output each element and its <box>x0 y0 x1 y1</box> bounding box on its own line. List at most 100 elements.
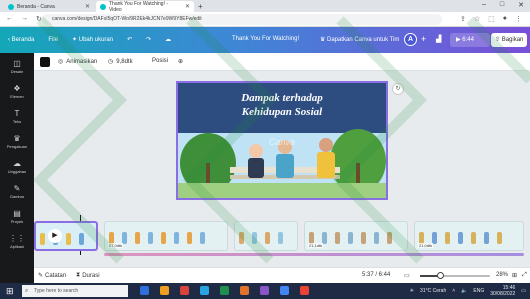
weather-label[interactable]: 31°C Cerah <box>420 288 446 294</box>
canva-header: ‹ Beranda File ✦ Ubah ukuran ↶ ↷ ☁ Thank… <box>0 27 530 53</box>
rail-item-aplikasi[interactable]: ⋮⋮ Aplikasi <box>0 234 34 249</box>
rail-item-pengakuan[interactable]: ♛ Pengakuan <box>0 134 34 149</box>
timeline-clip[interactable]: 27,0dtk <box>104 221 228 251</box>
rail-item-unggahan[interactable]: ☁ Unggahan <box>0 159 34 174</box>
menu-kebab-icon[interactable]: ⋮ <box>515 15 522 23</box>
templates-icon: ◫ <box>13 59 21 68</box>
fullscreen-icon[interactable]: ⤢ <box>522 272 527 279</box>
grid-view-icon[interactable]: ⊞ <box>512 272 517 279</box>
present-button[interactable]: ▶ 6:44 <box>450 33 490 47</box>
taskbar-app-icon[interactable] <box>160 286 169 295</box>
file-menu[interactable]: File <box>48 37 58 43</box>
page-view-icon[interactable]: ▭ <box>404 272 410 279</box>
rail-item-elemen[interactable]: ❖ Elemen <box>0 84 34 99</box>
taskbar-app-icon[interactable] <box>200 286 209 295</box>
notes-icon: ✎ <box>38 273 44 279</box>
taskbar-app-icon[interactable] <box>180 286 189 295</box>
rail-item-label: Proyek <box>10 219 24 224</box>
rail-item-desain[interactable]: ◫ Desain <box>0 59 34 74</box>
taskbar-apps <box>140 286 309 295</box>
clip-figure <box>265 232 270 244</box>
new-tab-icon[interactable]: + <box>198 2 203 11</box>
timeline-clip[interactable] <box>234 221 298 251</box>
home-button[interactable]: ‹ Beranda <box>8 37 34 43</box>
rail-item-label: Pengakuan <box>6 144 28 149</box>
refresh-comment-icon[interactable]: ↻ <box>392 83 404 95</box>
document-title[interactable]: Thank You For Watching! <box>232 36 299 42</box>
taskbar-app-icon[interactable] <box>280 286 289 295</box>
editor-footer: ✎ Catatan ⧗ Durasi 5:37 / 6:44 ▭ 28% ⊞ ⤢ <box>34 267 530 283</box>
forward-icon[interactable]: → <box>21 15 28 23</box>
cloud-save-icon[interactable]: ☁ <box>165 36 171 43</box>
resize-button[interactable]: ✦ Ubah ukuran <box>72 36 113 43</box>
back-icon[interactable]: ← <box>6 15 13 23</box>
taskbar-search-input[interactable]: ⌕ Type here to search <box>22 285 128 297</box>
weather-icon[interactable]: ☀ <box>410 288 414 294</box>
zoom-percent[interactable]: 28% <box>496 272 508 278</box>
color-swatch[interactable] <box>40 57 50 67</box>
rail-item-proyek[interactable]: ▤ Proyek <box>0 209 34 224</box>
taskbar-app-icon[interactable] <box>260 286 269 295</box>
audio-track[interactable] <box>104 253 524 256</box>
rail-item-label: Gambar <box>9 194 25 199</box>
timeline-clip[interactable]: ▶ <box>34 221 98 251</box>
share-label: Bagikan <box>501 37 524 43</box>
clip-figure <box>361 232 366 244</box>
clip-figure <box>445 232 450 244</box>
undo-icon[interactable]: ↶ <box>127 36 132 43</box>
animate-button[interactable]: ◎ Animasikan <box>58 58 97 66</box>
add-member-icon[interactable]: + <box>421 34 426 44</box>
clip-figure <box>484 232 489 244</box>
insights-icon[interactable]: ▟ <box>436 35 441 43</box>
share-page-icon[interactable]: ⇪ <box>460 15 466 23</box>
windows-start-icon[interactable]: ⊞ <box>6 286 14 297</box>
taskbar-app-icon[interactable] <box>140 286 149 295</box>
taskbar-app-icon[interactable] <box>300 286 309 295</box>
clip-figure <box>471 232 476 244</box>
zoom-slider[interactable] <box>420 272 490 279</box>
tray-arrow-icon[interactable]: ˄ <box>452 288 455 294</box>
clip-figure <box>148 232 153 244</box>
speaker-icon[interactable]: 🔈 <box>461 288 467 294</box>
lock-icon[interactable]: ⊕ <box>178 58 183 65</box>
position-button[interactable]: Posisi <box>152 58 168 64</box>
share-button[interactable]: ⇧ Bagikan <box>491 33 527 47</box>
maximize-icon[interactable]: □ <box>500 1 504 9</box>
notifications-icon[interactable]: ▭ <box>521 288 526 294</box>
avatar[interactable]: A <box>404 33 417 46</box>
language-indicator[interactable]: ENG <box>473 288 484 294</box>
extensions-icon[interactable]: ⬚ <box>488 15 495 23</box>
clip-figure <box>387 232 392 244</box>
taskbar-app-icon[interactable] <box>220 286 229 295</box>
rail-item-gambar[interactable]: ✎ Gambar <box>0 184 34 199</box>
taskbar-app-icon[interactable] <box>240 286 249 295</box>
upgrade-button[interactable]: ♛ Dapatkan Canva untuk Tim <box>320 36 399 43</box>
slide-title-line1: Dampak terhadap <box>240 92 323 104</box>
notes-button[interactable]: ✎ Catatan <box>38 272 66 280</box>
close-window-icon[interactable]: ✕ <box>518 1 524 9</box>
clip-duration: 27,0dtk <box>108 243 124 248</box>
minimize-icon[interactable]: – <box>482 1 486 9</box>
bookmark-star-icon[interactable]: ☆ <box>474 15 480 23</box>
timeline-clip[interactable]: 21,0dtk <box>414 221 524 251</box>
profile-icon[interactable]: ● <box>503 15 507 23</box>
duration-toggle-button[interactable]: ⧗ Durasi <box>76 272 100 279</box>
redo-icon[interactable]: ↷ <box>146 36 151 43</box>
close-tab-icon[interactable]: ✕ <box>185 3 190 10</box>
url-input[interactable]: canva.com/design/DAFxI5qOT-Wo/9R2Ek4kJCN… <box>42 14 442 25</box>
reload-icon[interactable]: ↻ <box>36 15 42 23</box>
rail-item-teks[interactable]: T Teks <box>0 109 34 124</box>
duration-button[interactable]: ◷ 9,8dtk <box>108 58 133 66</box>
zoom-knob[interactable] <box>436 272 444 279</box>
clip-play-icon[interactable]: ▶ <box>48 229 62 243</box>
slide-canvas[interactable]: Dampak terhadap Kehidupan Sosial Canva <box>176 81 388 200</box>
canva-favicon-icon <box>8 3 14 10</box>
clock[interactable]: 15:46 30/08/2022 <box>490 285 515 297</box>
tab-thank-you[interactable]: Thank You For Watching! - Video ✕ <box>96 1 194 13</box>
slide-illustration: Dampak terhadap Kehidupan Sosial Canva <box>178 83 386 198</box>
clip-figure <box>458 232 463 244</box>
close-tab-icon[interactable]: ✕ <box>85 3 90 10</box>
clip-figure <box>374 232 379 244</box>
tab-beranda[interactable]: Beranda - Canva ✕ <box>4 1 94 12</box>
timeline-clip[interactable]: 21,1dtk <box>304 221 408 251</box>
